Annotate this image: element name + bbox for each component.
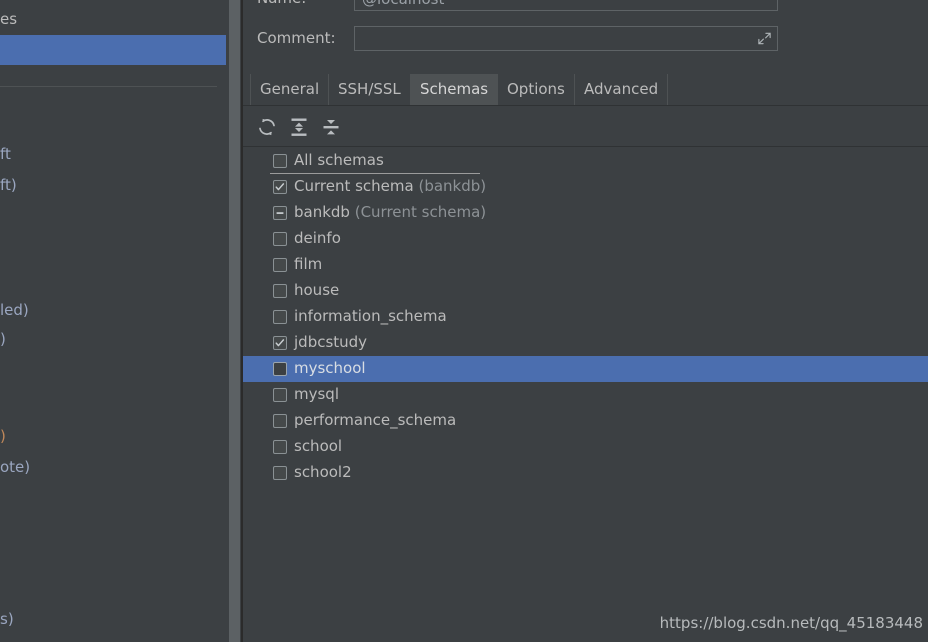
schema-row[interactable]: myschool — [243, 356, 928, 382]
schema-label: performance_schema — [294, 411, 456, 429]
schema-checkbox-unchecked[interactable] — [273, 154, 287, 168]
left-side-panel: es ft ft) led))) ote) s) — [0, 0, 228, 642]
schema-checkbox-unchecked[interactable] — [273, 440, 287, 454]
left-panel-text-fragment: ft) — [0, 176, 17, 194]
schema-row[interactable]: school — [243, 434, 928, 460]
schema-row[interactable]: house — [243, 278, 928, 304]
tab-schemas[interactable]: Schemas — [410, 74, 499, 105]
left-panel-text-fragment: ) — [0, 427, 6, 445]
tab-ssh-ssl[interactable]: SSH/SSL — [328, 74, 411, 105]
schema-row[interactable]: jdbcstudy — [243, 330, 928, 356]
schema-checkbox-unchecked[interactable] — [273, 258, 287, 272]
schema-label: school — [294, 437, 342, 455]
left-panel-text-fragment: ft — [0, 145, 11, 163]
schema-name: myschool — [294, 359, 366, 377]
schema-checkbox-checked[interactable] — [273, 336, 287, 350]
scrollbar-thumb[interactable] — [229, 0, 240, 642]
watermark-url: https://blog.csdn.net/qq_45183448 — [659, 614, 923, 632]
schema-checkbox-unchecked[interactable] — [273, 414, 287, 428]
schema-label: house — [294, 281, 339, 299]
left-panel-divider — [0, 86, 217, 87]
schema-checkbox-checked[interactable] — [273, 180, 287, 194]
schema-name: jdbcstudy — [294, 333, 368, 351]
name-input[interactable]: @localhost — [354, 0, 778, 11]
tabstrip-underline — [243, 105, 928, 106]
schema-row[interactable]: film — [243, 252, 928, 278]
panel-vertical-scrollbar[interactable] — [228, 0, 241, 642]
schema-name: school2 — [294, 463, 352, 481]
schema-name: performance_schema — [294, 411, 457, 429]
schema-row[interactable]: performance_schema — [243, 408, 928, 434]
schema-name: Current schema — [294, 177, 414, 195]
schema-label: deinfo — [294, 229, 341, 247]
schema-checkbox-indeterminate[interactable] — [273, 206, 287, 220]
left-panel-text-fragment: ote) — [0, 458, 31, 476]
schema-name: school — [294, 437, 343, 455]
schema-checkbox-unchecked[interactable] — [273, 284, 287, 298]
left-panel-text-fragment: ) — [0, 330, 6, 348]
left-panel-text-fragment: s) — [0, 610, 14, 628]
schema-label: bankdb (Current schema) — [294, 203, 486, 221]
tab-advanced[interactable]: Advanced — [574, 74, 669, 105]
tab-general[interactable]: General — [250, 74, 330, 105]
schema-name: All schemas — [294, 151, 384, 169]
schema-label: information_schema — [294, 307, 447, 325]
schema-checkbox-unchecked[interactable] — [273, 310, 287, 324]
schema-row[interactable]: All schemas — [243, 148, 928, 174]
schema-checkbox-unchecked[interactable] — [273, 466, 287, 480]
expand-editor-icon[interactable] — [757, 31, 772, 46]
schema-checkbox-unchecked[interactable] — [273, 232, 287, 246]
schema-row[interactable]: information_schema — [243, 304, 928, 330]
expand-all-icon[interactable] — [286, 114, 312, 140]
schemas-toolbar — [243, 107, 928, 147]
schema-label: mysql — [294, 385, 339, 403]
schema-name: bankdb — [294, 203, 350, 221]
schema-name: house — [294, 281, 340, 299]
schema-name: information_schema — [294, 307, 447, 325]
toolbar-separator — [243, 146, 928, 147]
schema-name: deinfo — [294, 229, 341, 247]
schema-label: All schemas — [294, 151, 384, 169]
refresh-icon[interactable] — [254, 114, 280, 140]
name-input-value: @localhost — [362, 0, 444, 8]
data-source-settings-panel: Name: @localhost Comment: GeneralSSH/SSL… — [243, 0, 928, 642]
collapse-all-icon[interactable] — [318, 114, 344, 140]
datagrip-data-source-dialog: es ft ft) led))) ote) s) Name: @localhost Com… — [0, 0, 928, 642]
name-label: Name: — [257, 0, 306, 7]
schema-row[interactable]: deinfo — [243, 226, 928, 252]
schema-label: film — [294, 255, 322, 273]
schema-list[interactable]: All schemas Current schema (bankdb) bankdb… — [243, 148, 928, 603]
left-panel-selected-row[interactable] — [0, 35, 226, 65]
schema-row[interactable]: bankdb (Current schema) — [243, 200, 928, 226]
settings-tabstrip: General SSH/SSL Schemas Options Advanced — [243, 74, 928, 106]
schema-label: Current schema (bankdb) — [294, 177, 486, 195]
tab-options[interactable]: Options — [497, 74, 575, 105]
schema-row[interactable]: Current schema (bankdb) — [243, 174, 928, 200]
schema-suffix: (bankdb) — [413, 177, 487, 195]
schema-checkbox-unchecked[interactable] — [273, 362, 287, 376]
schema-suffix: (Current schema) — [349, 203, 487, 221]
schema-checkbox-unchecked[interactable] — [273, 388, 287, 402]
schema-name: film — [294, 255, 323, 273]
schema-row[interactable]: school2 — [243, 460, 928, 486]
left-panel-text-fragment: led) — [0, 301, 29, 319]
left-panel-text-fragment: es — [0, 10, 18, 28]
schema-label: jdbcstudy — [294, 333, 367, 351]
schema-row[interactable]: mysql — [243, 382, 928, 408]
schema-label: myschool — [294, 359, 366, 377]
schema-name: mysql — [294, 385, 339, 403]
comment-label: Comment: — [257, 29, 336, 47]
comment-input[interactable] — [354, 26, 778, 51]
schema-label: school2 — [294, 463, 352, 481]
